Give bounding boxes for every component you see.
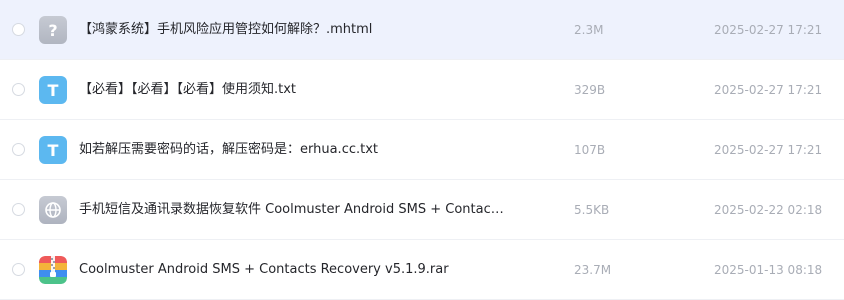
globe-icon: [45, 202, 61, 218]
file-size: 23.7M: [574, 263, 612, 277]
file-name[interactable]: Coolmuster Android SMS + Contacts Recove…: [79, 240, 519, 300]
file-row[interactable]: ? 【鸿蒙系统】手机风险应用管控如何解除？.mhtml 2.3M 2025-02…: [0, 0, 844, 60]
file-name[interactable]: 如若解压需要密码的话，解压密码是：erhua.cc.txt: [79, 120, 519, 180]
file-date: 2025-02-27 17:21: [714, 83, 823, 97]
file-date: 2025-02-27 17:21: [714, 143, 823, 157]
row-checkbox[interactable]: [12, 143, 25, 156]
archive-file-icon: [39, 256, 67, 284]
text-file-icon: T: [39, 136, 67, 164]
file-date: 2025-02-22 02:18: [714, 203, 823, 217]
unknown-file-icon: ?: [39, 16, 67, 44]
file-row[interactable]: T 【必看】【必看】【必看】使用须知.txt 329B 2025-02-27 1…: [0, 60, 844, 120]
file-size: 329B: [574, 83, 606, 97]
row-checkbox[interactable]: [12, 83, 25, 96]
text-file-icon: T: [39, 76, 67, 104]
web-link-icon: [39, 196, 67, 224]
zip-archive-icon: [39, 256, 67, 284]
file-name[interactable]: 【鸿蒙系统】手机风险应用管控如何解除？.mhtml: [79, 0, 519, 60]
file-row[interactable]: 手机短信及通讯录数据恢复软件 Coolmuster Android SMS + …: [0, 180, 844, 240]
row-checkbox[interactable]: [12, 23, 25, 36]
row-checkbox[interactable]: [12, 203, 25, 216]
file-size: 5.5KB: [574, 203, 610, 217]
file-row[interactable]: Coolmuster Android SMS + Contacts Recove…: [0, 240, 844, 300]
file-row[interactable]: T 如若解压需要密码的话，解压密码是：erhua.cc.txt 107B 202…: [0, 120, 844, 180]
file-date: 2025-02-27 17:21: [714, 23, 823, 37]
file-size: 2.3M: [574, 23, 604, 37]
file-date: 2025-01-13 08:18: [714, 263, 823, 277]
file-size: 107B: [574, 143, 606, 157]
row-checkbox[interactable]: [12, 263, 25, 276]
file-name[interactable]: 手机短信及通讯录数据恢复软件 Coolmuster Android SMS + …: [79, 180, 519, 240]
file-name[interactable]: 【必看】【必看】【必看】使用须知.txt: [79, 60, 519, 120]
file-list: ? 【鸿蒙系统】手机风险应用管控如何解除？.mhtml 2.3M 2025-02…: [0, 0, 844, 300]
